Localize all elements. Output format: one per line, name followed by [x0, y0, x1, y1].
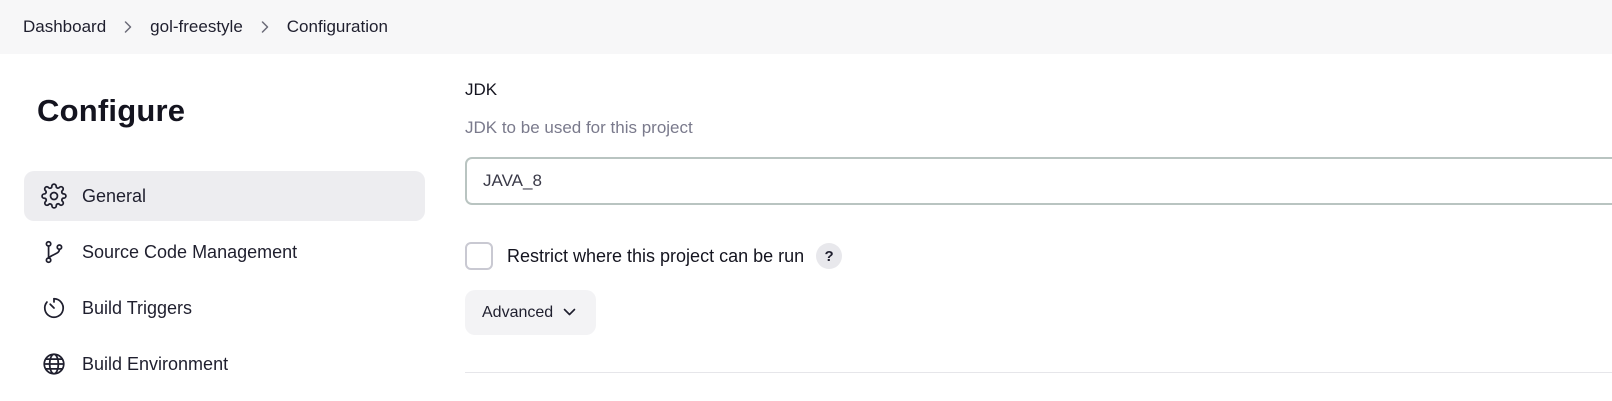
sidebar-item-general[interactable]: General — [24, 171, 425, 221]
sidebar: General Source Code Management Build Tri… — [24, 171, 425, 395]
jdk-select[interactable]: JAVA_8 — [465, 157, 1612, 205]
main-content: JDK JDK to be used for this project JAVA… — [465, 0, 1612, 401]
sidebar-item-label: Source Code Management — [82, 241, 298, 262]
help-icon[interactable]: ? — [816, 243, 843, 269]
gear-icon — [41, 183, 67, 209]
jdk-select-value: JAVA_8 — [483, 171, 542, 190]
globe-icon — [41, 351, 67, 377]
breadcrumb-configuration[interactable]: Configuration — [287, 17, 388, 37]
branch-icon — [41, 239, 67, 265]
sidebar-item-label: General — [82, 185, 147, 206]
sidebar-item-build-environment[interactable]: Build Environment — [24, 339, 425, 389]
sidebar-item-build-triggers[interactable]: Build Triggers — [24, 283, 425, 333]
sidebar-item-label: Build Triggers — [82, 297, 193, 318]
advanced-button-label: Advanced — [482, 303, 554, 321]
jdk-field-description: JDK to be used for this project — [465, 118, 693, 137]
breadcrumb-project[interactable]: gol-freestyle — [150, 17, 243, 37]
restrict-checkbox[interactable] — [465, 242, 493, 270]
timer-icon — [41, 295, 67, 321]
section-divider — [465, 372, 1612, 373]
chevron-right-icon — [261, 21, 271, 33]
restrict-row: Restrict where this project can be run ? — [465, 242, 843, 270]
restrict-label[interactable]: Restrict where this project can be run — [507, 246, 804, 267]
chevron-right-icon — [124, 21, 134, 33]
chevron-down-icon — [563, 308, 576, 317]
page-title: Configure — [37, 93, 186, 128]
sidebar-item-label: Build Environment — [82, 353, 229, 374]
jdk-field-title: JDK — [465, 80, 498, 99]
sidebar-item-source-code-management[interactable]: Source Code Management — [24, 227, 425, 277]
breadcrumb-dashboard[interactable]: Dashboard — [23, 17, 106, 37]
advanced-button[interactable]: Advanced — [465, 290, 596, 335]
